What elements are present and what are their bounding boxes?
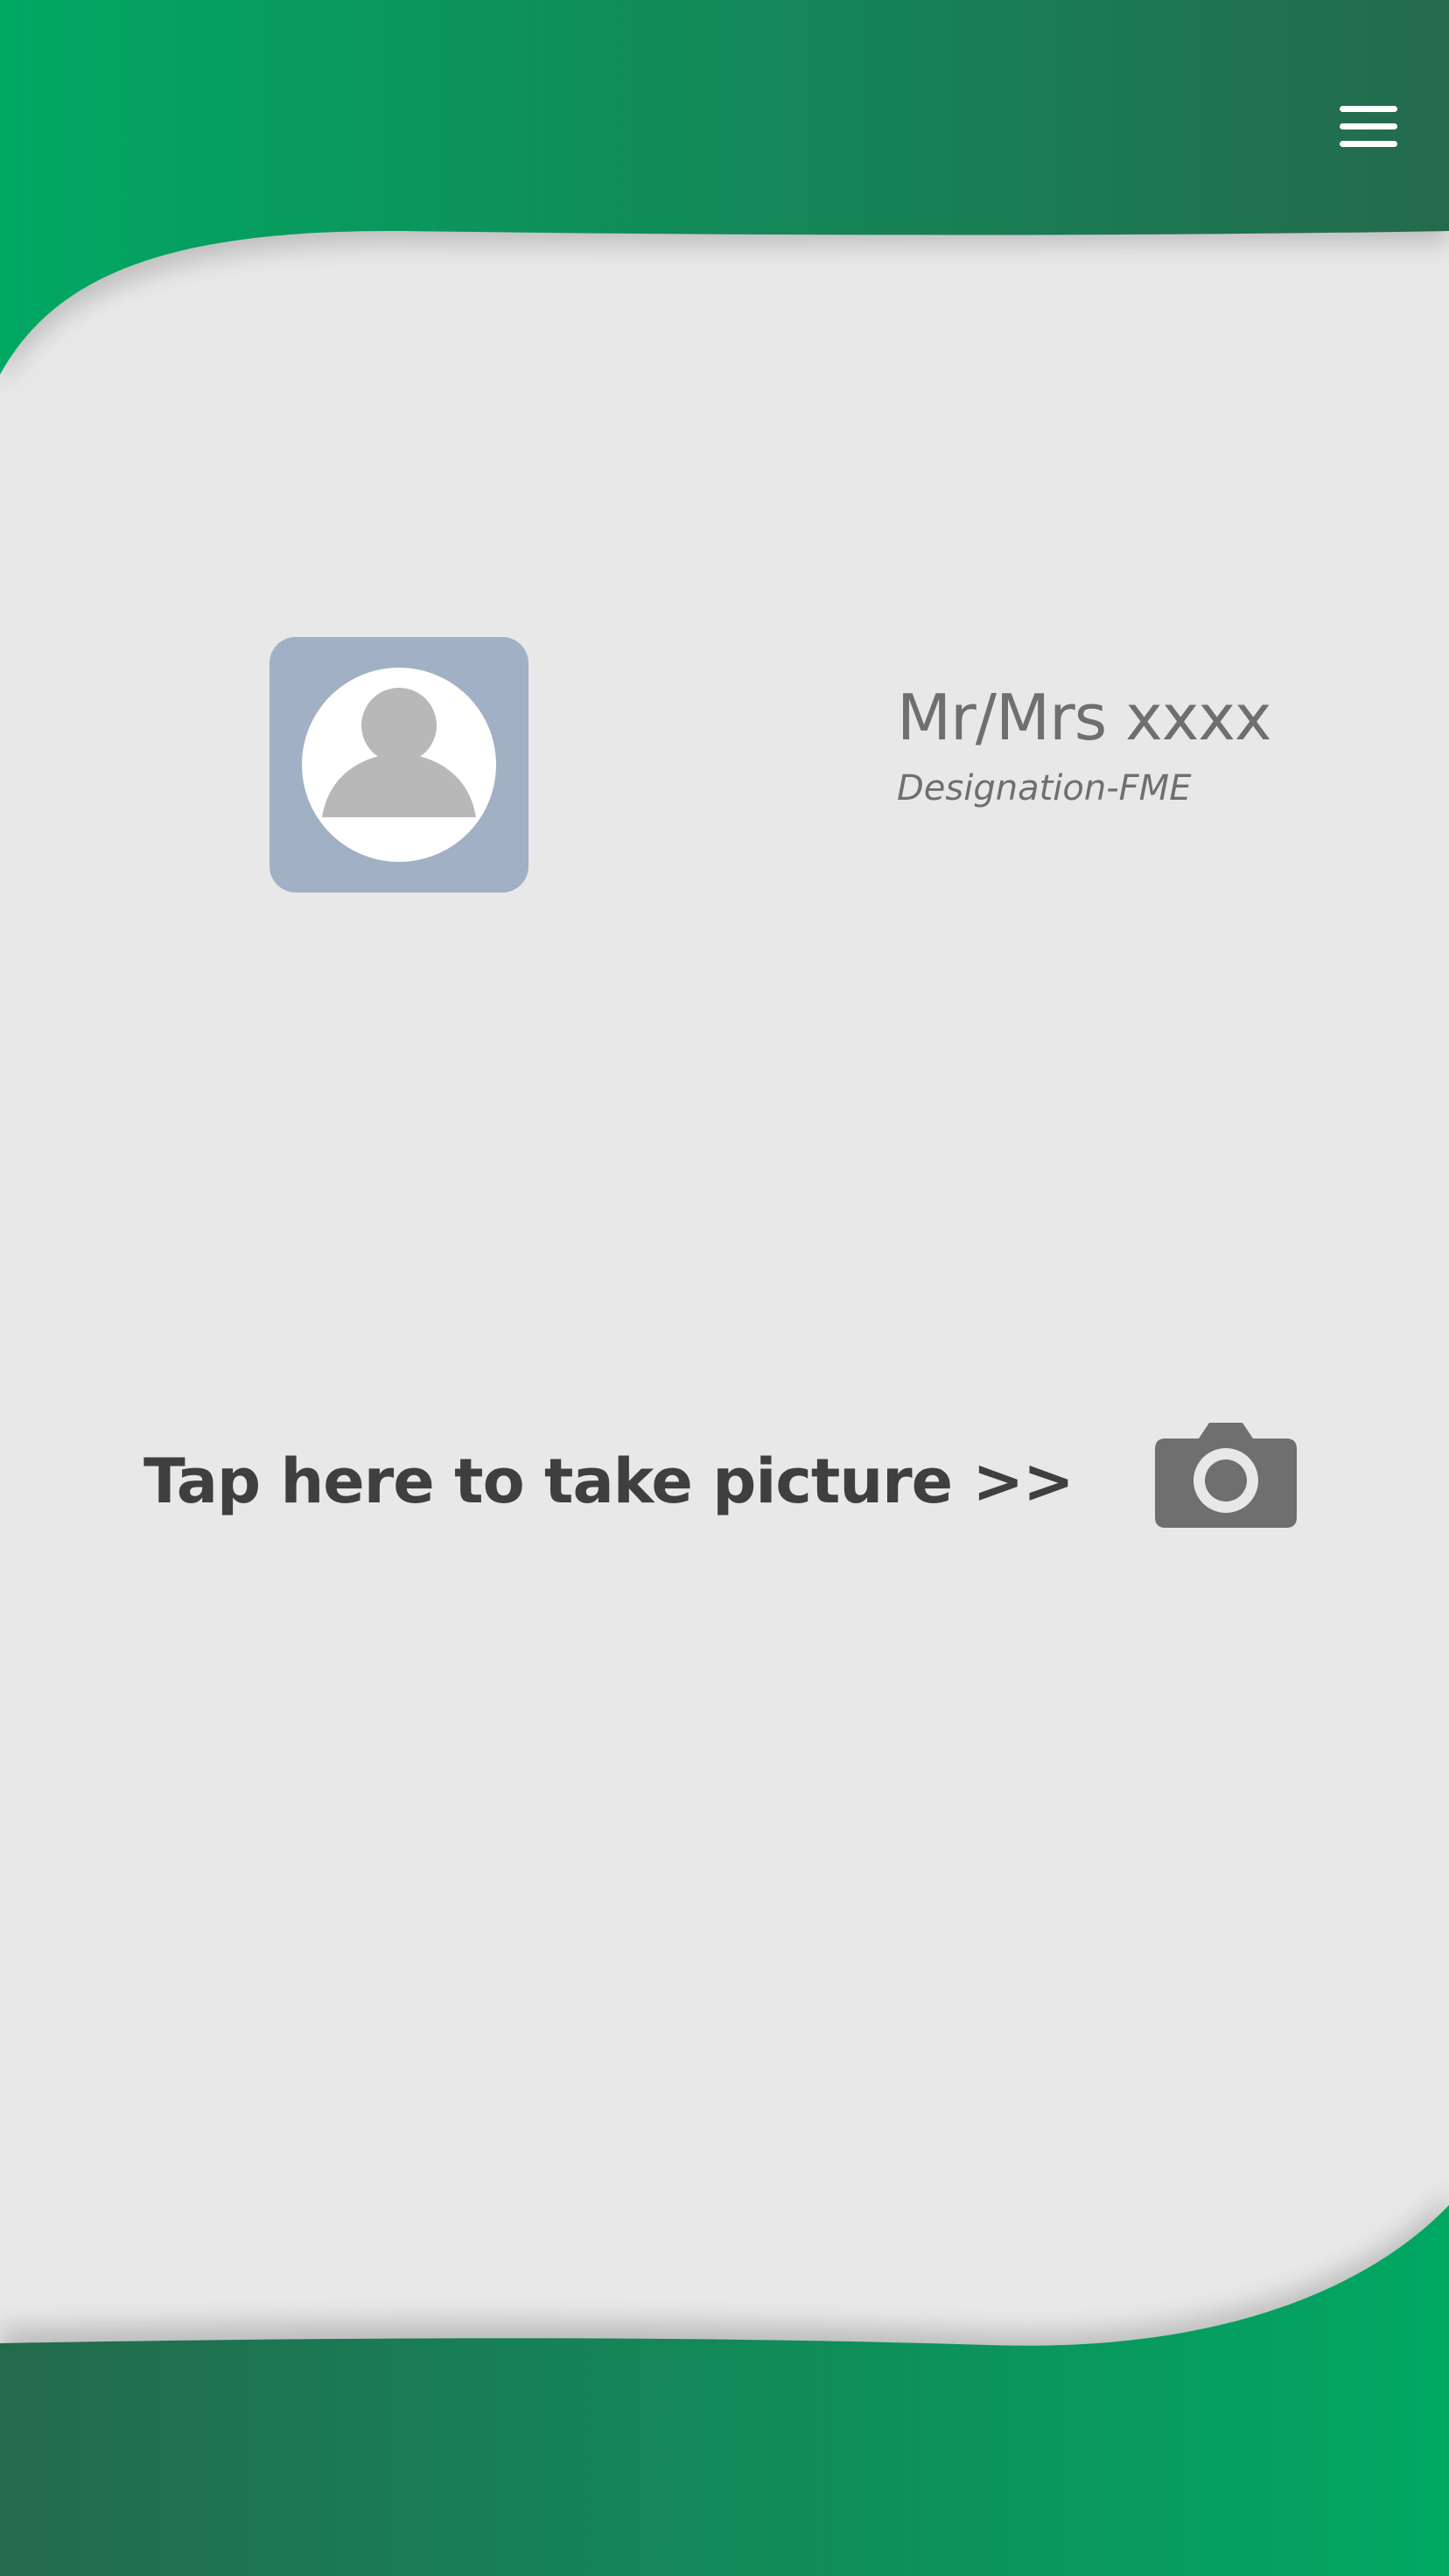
user-avatar-icon bbox=[302, 668, 496, 862]
profile-name: Mr/Mrs xxxx bbox=[897, 681, 1272, 754]
profile-designation: Designation-FME bbox=[897, 768, 1192, 808]
header-band bbox=[0, 0, 1449, 374]
footer-band bbox=[0, 2205, 1449, 2576]
menu-button[interactable] bbox=[1334, 101, 1404, 153]
avatar bbox=[270, 637, 528, 892]
camera-icon[interactable] bbox=[1155, 1421, 1297, 1528]
take-picture-label: Tap here to take picture >> bbox=[144, 1446, 1074, 1517]
take-picture-button[interactable]: Tap here to take picture >> bbox=[140, 1400, 1312, 1531]
background-waves bbox=[0, 0, 1449, 2576]
